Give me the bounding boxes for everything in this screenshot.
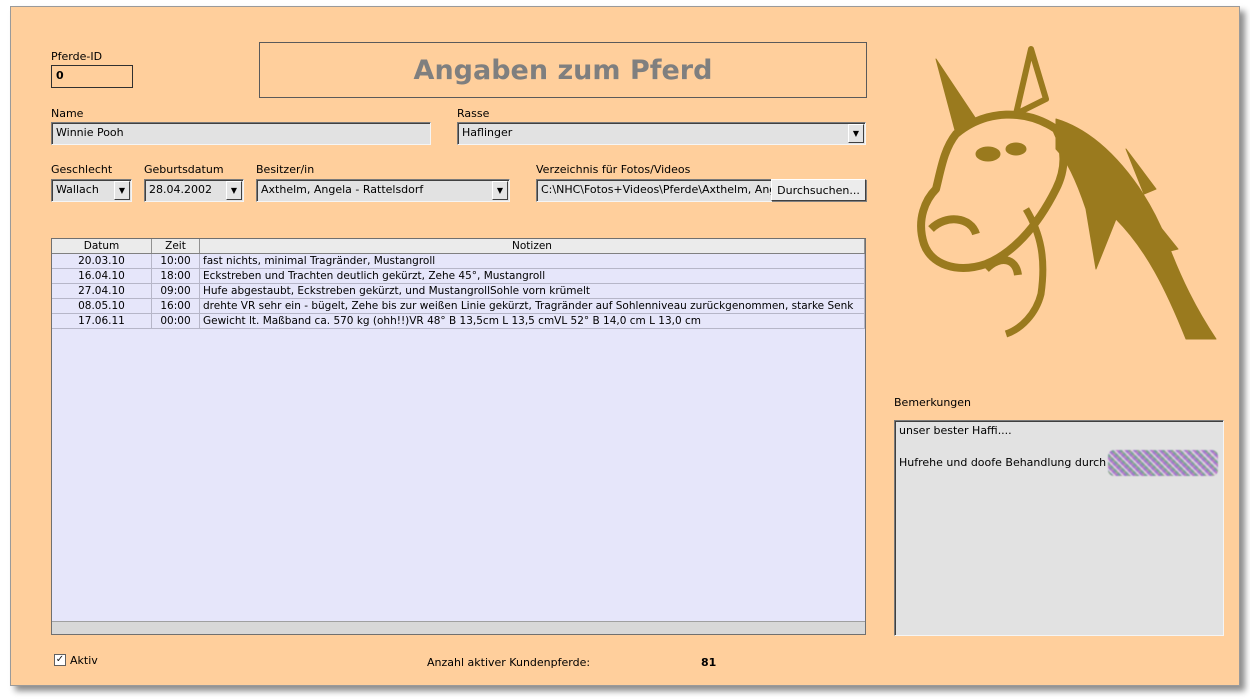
sex-value: Wallach bbox=[56, 183, 99, 196]
horizontal-scrollbar[interactable] bbox=[52, 621, 865, 634]
horse-id-field[interactable]: 0 bbox=[51, 65, 133, 88]
sex-select[interactable]: Wallach ▼ bbox=[51, 179, 132, 202]
remarks-label: Bemerkungen bbox=[894, 396, 972, 409]
date-cell[interactable]: 16.04.10 bbox=[52, 269, 152, 283]
table-header-row: Datum Zeit Notizen bbox=[52, 239, 865, 254]
table-row[interactable]: 16.04.10 18:00 Eckstreben und Trachten d… bbox=[52, 269, 865, 284]
horse-id-label: Pferde-ID bbox=[51, 50, 103, 63]
time-cell[interactable]: 00:00 bbox=[152, 314, 200, 328]
chevron-down-icon[interactable]: ▼ bbox=[492, 181, 508, 200]
notes-table[interactable]: Datum Zeit Notizen 20.03.10 10:00 fast n… bbox=[51, 238, 866, 635]
owner-label: Besitzer/in bbox=[256, 163, 315, 176]
owner-select[interactable]: Axthelm, Angela - Rattelsdorf ▼ bbox=[256, 179, 510, 202]
note-cell[interactable]: Eckstreben und Trachten deutlich gekürzt… bbox=[200, 269, 865, 283]
column-header-date[interactable]: Datum bbox=[52, 239, 152, 253]
birthdate-label: Geburtsdatum bbox=[144, 163, 224, 176]
table-row[interactable]: 27.04.10 09:00 Hufe abgestaubt, Eckstreb… bbox=[52, 284, 865, 299]
horse-details-form: Pferde-ID 0 Angaben zum Pferd Name Winni… bbox=[10, 6, 1240, 686]
remarks-textarea[interactable]: unser bester Haffi.... Hufrehe und doofe… bbox=[894, 420, 1224, 636]
column-header-time[interactable]: Zeit bbox=[152, 239, 200, 253]
name-input[interactable]: Winnie Pooh bbox=[51, 122, 431, 145]
time-cell[interactable]: 09:00 bbox=[152, 284, 200, 298]
note-cell[interactable]: fast nichts, minimal Tragränder, Mustang… bbox=[200, 254, 865, 268]
note-cell[interactable]: drehte VR sehr ein - bügelt, Zehe bis zu… bbox=[200, 299, 865, 313]
breed-label: Rasse bbox=[457, 107, 490, 120]
owner-value: Axthelm, Angela - Rattelsdorf bbox=[261, 183, 424, 196]
active-label: Aktiv bbox=[70, 654, 98, 667]
time-cell[interactable]: 10:00 bbox=[152, 254, 200, 268]
date-cell[interactable]: 27.04.10 bbox=[52, 284, 152, 298]
remarks-line-1: unser bester Haffi.... bbox=[899, 424, 1012, 437]
folder-path-input[interactable]: C:\NHC\Fotos+Videos\Pferde\Axthelm, Ang bbox=[536, 179, 774, 202]
table-row[interactable]: 17.06.11 00:00 Gewicht lt. Maßband ca. 5… bbox=[52, 314, 865, 329]
table-row[interactable]: 08.05.10 16:00 drehte VR sehr ein - büge… bbox=[52, 299, 865, 314]
note-cell[interactable]: Hufe abgestaubt, Eckstreben gekürzt, und… bbox=[200, 284, 865, 298]
browse-button[interactable]: Durchsuchen... bbox=[771, 179, 866, 201]
date-cell[interactable]: 20.03.10 bbox=[52, 254, 152, 268]
folder-label: Verzeichnis für Fotos/Videos bbox=[536, 163, 691, 176]
horse-head-logo bbox=[917, 46, 1217, 340]
time-cell[interactable]: 16:00 bbox=[152, 299, 200, 313]
chevron-down-icon[interactable]: ▼ bbox=[114, 181, 130, 200]
chevron-down-icon[interactable]: ▼ bbox=[226, 181, 242, 200]
remarks-line-2: Hufrehe und doofe Behandlung durch bbox=[899, 456, 1107, 469]
breed-select[interactable]: Haflinger ▼ bbox=[457, 122, 866, 145]
name-label: Name bbox=[51, 107, 84, 120]
birthdate-field[interactable]: 28.04.2002 ▼ bbox=[144, 179, 244, 202]
page-title: Angaben zum Pferd bbox=[413, 54, 713, 86]
active-count-label: Anzahl aktiver Kundenpferde: bbox=[427, 656, 591, 669]
breed-value: Haflinger bbox=[462, 126, 513, 139]
date-cell[interactable]: 17.06.11 bbox=[52, 314, 152, 328]
birthdate-value: 28.04.2002 bbox=[149, 183, 212, 196]
form-title-box: Angaben zum Pferd bbox=[259, 42, 867, 98]
date-cell[interactable]: 08.05.10 bbox=[52, 299, 152, 313]
redacted-name bbox=[1108, 450, 1219, 476]
sex-label: Geschlecht bbox=[51, 163, 113, 176]
active-count-value: 81 bbox=[701, 656, 717, 669]
chevron-down-icon[interactable]: ▼ bbox=[848, 124, 864, 143]
active-checkbox[interactable]: ✓ bbox=[54, 654, 66, 666]
checkmark-icon: ✓ bbox=[55, 654, 65, 665]
table-row[interactable]: 20.03.10 10:00 fast nichts, minimal Trag… bbox=[52, 254, 865, 269]
column-header-notes[interactable]: Notizen bbox=[200, 239, 865, 253]
time-cell[interactable]: 18:00 bbox=[152, 269, 200, 283]
note-cell[interactable]: Gewicht lt. Maßband ca. 570 kg (ohh!!)VR… bbox=[200, 314, 865, 328]
